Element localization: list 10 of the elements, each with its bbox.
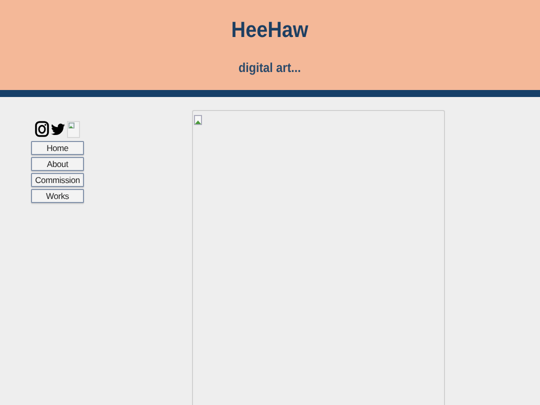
nav-button[interactable]: Commission: [31, 173, 84, 187]
bird-icon[interactable]: [51, 122, 65, 136]
instagram-icon[interactable]: [35, 121, 49, 137]
broken-image-icon: [194, 115, 202, 125]
nav-button[interactable]: Works: [31, 189, 84, 203]
site-subtitle: digital art...: [238, 60, 302, 75]
broken-image-icon: [67, 120, 80, 138]
nav-button[interactable]: Home: [31, 141, 84, 155]
site-title: HeeHaw: [231, 17, 309, 43]
nav-button[interactable]: About: [31, 157, 84, 171]
